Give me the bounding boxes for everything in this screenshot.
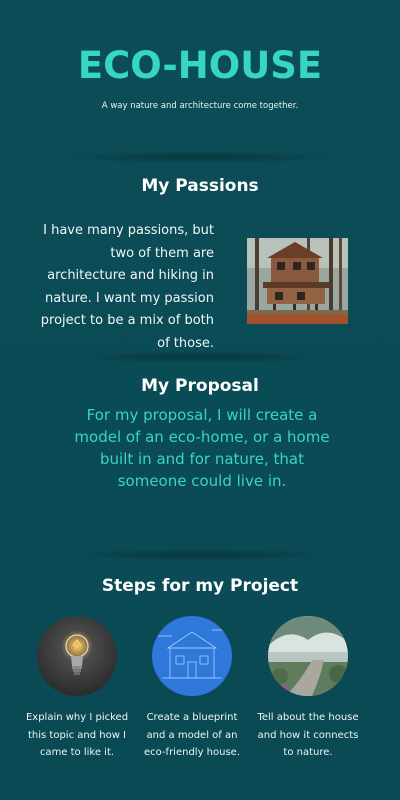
blueprint-icon bbox=[152, 616, 232, 696]
page-subtitle: A way nature and architecture come toget… bbox=[101, 101, 299, 111]
section-divider bbox=[60, 548, 340, 562]
proposal-heading: My Proposal bbox=[141, 376, 259, 396]
steps-heading: Steps for my Project bbox=[101, 576, 299, 596]
page-title: ECO-HOUSE bbox=[77, 44, 323, 87]
section-divider bbox=[60, 350, 340, 364]
step-text-2: Create a blueprint and a model of an eco… bbox=[143, 712, 241, 758]
proposal-text: For my proposal, I will create a model o… bbox=[74, 406, 330, 490]
step-text-1: Explain why I picked this topic and how … bbox=[25, 712, 129, 758]
lightbulb-icon bbox=[37, 616, 117, 696]
passions-heading: My Passions bbox=[141, 176, 259, 196]
section-divider bbox=[60, 150, 340, 164]
nature-path-icon bbox=[268, 616, 348, 696]
page: ECO-HOUSE A way nature and architecture … bbox=[0, 0, 400, 800]
step-text-3: Tell about the house and how it connects… bbox=[257, 712, 359, 758]
passions-text: I have many passions, but two of them ar… bbox=[40, 223, 214, 351]
treehouse-photo bbox=[247, 238, 348, 324]
